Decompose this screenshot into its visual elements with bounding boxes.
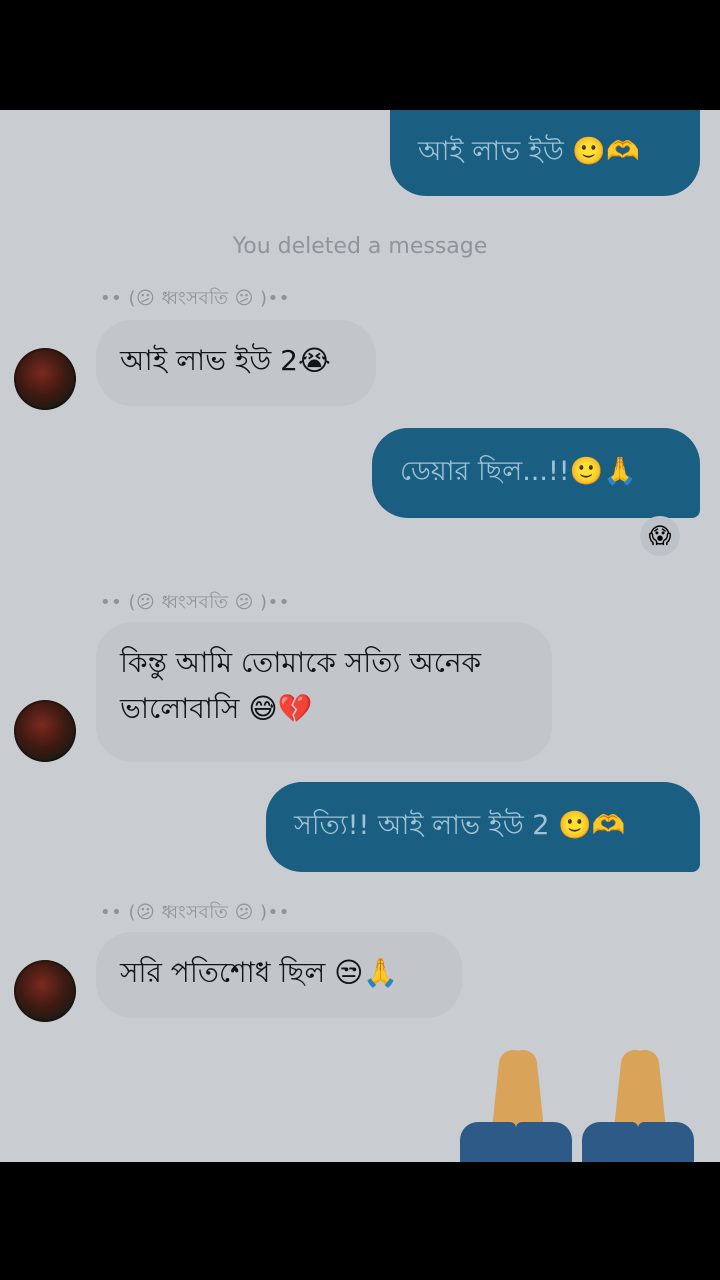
reaction-badge[interactable]: 😱 <box>640 516 680 556</box>
outgoing-message-1[interactable]: আই লাভ ইউ 🙂🫶 <box>390 110 700 196</box>
sender-label: •• (😕 ধ্বংসবতি 😕 )•• <box>100 288 290 309</box>
message-text: আই লাভ ইউ 2😭 <box>120 344 331 377</box>
incoming-message-2[interactable]: কিন্তু আমি তোমাকে সত্যি অনেক ভালোবাসি 😅💔 <box>96 622 552 762</box>
avatar[interactable] <box>14 348 76 410</box>
message-text: ডেয়ার ছিল...!!🙂🙏 <box>400 455 637 487</box>
incoming-message-1[interactable]: আই লাভ ইউ 2😭 <box>96 320 376 406</box>
praying-hands-icon <box>582 1048 694 1162</box>
avatar[interactable] <box>14 960 76 1022</box>
deleted-message-notice: You deleted a message <box>232 234 488 259</box>
outgoing-message-2[interactable]: ডেয়ার ছিল...!!🙂🙏 <box>372 428 700 518</box>
sender-label: •• (😕 ধ্বংসবতি 😕 )•• <box>100 592 290 613</box>
reaction-emoji: 😱 <box>648 523 672 549</box>
message-text: আই লাভ ইউ 🙂🫶 <box>418 135 640 167</box>
avatar[interactable] <box>14 700 76 762</box>
chat-screen: আই লাভ ইউ 🙂🫶 You deleted a message •• (😕… <box>0 110 720 1162</box>
message-text: সত্যি!! আই লাভ ইউ 2 🙂🫶 <box>294 809 626 841</box>
incoming-message-3[interactable]: সরি পতিশোধ ছিল 😒🙏 <box>96 932 462 1018</box>
outgoing-message-3[interactable]: সত্যি!! আই লাভ ইউ 2 🙂🫶 <box>266 782 700 872</box>
praying-hands-icon <box>460 1048 572 1162</box>
message-text: সরি পতিশোধ ছিল 😒🙏 <box>120 956 399 989</box>
message-text: কিন্তু আমি তোমাকে সত্যি অনেক ভালোবাসি 😅💔 <box>120 646 482 725</box>
sender-label: •• (😕 ধ্বংসবতি 😕 )•• <box>100 902 290 923</box>
